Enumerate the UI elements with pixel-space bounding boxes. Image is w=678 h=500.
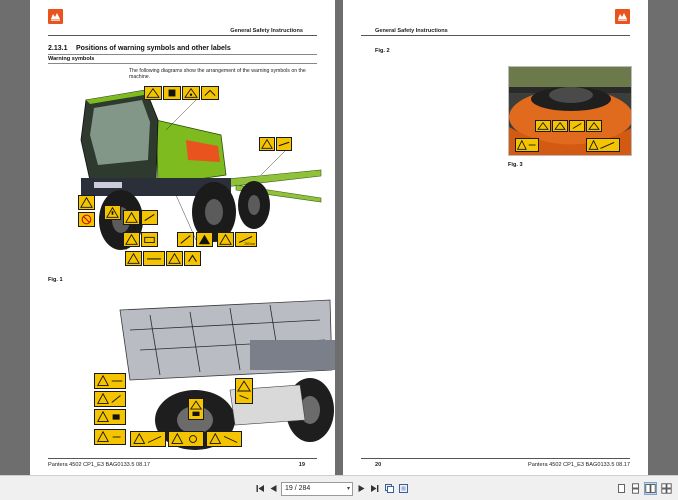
- copy-button[interactable]: [384, 483, 395, 494]
- subsection-heading: Warning symbols: [48, 56, 95, 62]
- fit-page-button[interactable]: [398, 483, 409, 494]
- warning-sticker: [259, 137, 275, 151]
- warning-sticker: [182, 86, 200, 100]
- warning-sticker: [94, 429, 126, 445]
- previous-page-button[interactable]: [268, 483, 279, 494]
- warning-sticker: [143, 251, 165, 266]
- subsection-divider: [48, 63, 317, 64]
- page-indicator: 19 / 284: [285, 485, 311, 492]
- page-number: 19: [298, 462, 305, 468]
- warning-sticker: [188, 398, 204, 420]
- warning-sticker: [586, 138, 620, 152]
- warning-sticker: [130, 431, 166, 447]
- figure-3-label: Fig. 3: [508, 162, 523, 168]
- single-page-view-icon: [618, 484, 625, 493]
- warning-sticker: [535, 120, 551, 132]
- brand-logo-icon: [615, 9, 630, 24]
- pdf-viewer: General Safety Instructions 2.13.1 Posit…: [0, 0, 678, 500]
- warning-sticker: [217, 232, 234, 247]
- single-page-view-button[interactable]: [616, 483, 627, 494]
- header-divider: [361, 35, 630, 36]
- header-title: General Safety Instructions: [375, 28, 448, 34]
- warning-sticker: [141, 210, 158, 225]
- warning-sticker: [569, 120, 585, 132]
- header-divider: [48, 35, 317, 36]
- viewer-toolbar: 19 / 284 ▾: [0, 475, 678, 500]
- warning-sticker: [94, 409, 126, 425]
- warning-sticker: [78, 212, 95, 227]
- warning-sticker: [123, 210, 140, 225]
- section-number: 2.13.1: [48, 45, 68, 52]
- footer-text: Pantera 4502 CP1_E3 BAG0133.5 08.17: [48, 462, 151, 468]
- previous-page-icon: [270, 485, 277, 492]
- first-page-button[interactable]: [255, 483, 266, 494]
- first-page-icon: [256, 485, 264, 492]
- warning-sticker: [184, 251, 201, 266]
- warning-sticker: [104, 205, 121, 220]
- two-page-scroll-icon: [661, 483, 672, 494]
- header-title: General Safety Instructions: [230, 28, 303, 34]
- warning-sticker: [163, 86, 181, 100]
- fit-page-icon: [399, 484, 408, 493]
- document-page-right: General Safety Instructions Fig. 2 Fig. …: [343, 0, 648, 475]
- section-divider: [48, 54, 317, 55]
- section-title: Positions of warning symbols and other l…: [75, 45, 231, 52]
- warning-sticker: [168, 431, 204, 447]
- warning-sticker: [552, 120, 568, 132]
- pressure-label: 250 bar: [244, 242, 255, 246]
- two-page-scroll-button[interactable]: [661, 483, 672, 494]
- warning-sticker: [235, 378, 253, 404]
- next-page-button[interactable]: [356, 483, 367, 494]
- next-page-icon: [358, 485, 365, 492]
- warning-sticker: [141, 232, 158, 247]
- continuous-view-icon: [632, 483, 639, 494]
- warning-sticker: 250 bar: [235, 232, 257, 247]
- copy-icon: [385, 484, 394, 493]
- last-page-icon: [371, 485, 379, 492]
- warning-sticker: [94, 391, 126, 407]
- warning-sticker: [94, 373, 126, 389]
- warning-sticker: [123, 232, 140, 247]
- continuous-view-button[interactable]: [630, 483, 641, 494]
- warning-sticker: [144, 86, 162, 100]
- page-number-input[interactable]: 19 / 284 ▾: [281, 482, 353, 496]
- warning-sticker: [196, 232, 213, 247]
- warning-sticker: [586, 120, 602, 132]
- warning-sticker: [515, 138, 539, 152]
- warning-sticker: [78, 195, 95, 210]
- figure-chassis-drawing: [100, 290, 335, 452]
- warning-sticker: [166, 251, 183, 266]
- two-page-view-icon: [645, 484, 656, 493]
- footer-divider: [48, 458, 317, 459]
- two-page-view-button[interactable]: [644, 482, 657, 495]
- warning-sticker: [125, 251, 142, 266]
- figure-1-label: Fig. 1: [48, 277, 63, 283]
- last-page-button[interactable]: [369, 483, 380, 494]
- document-page-left: General Safety Instructions 2.13.1 Posit…: [30, 0, 335, 475]
- warning-sticker: [201, 86, 219, 100]
- page-number: 20: [375, 462, 382, 468]
- intro-paragraph: The following diagrams show the arrangem…: [129, 68, 306, 81]
- figure-2-label: Fig. 2: [375, 48, 390, 54]
- warning-sticker: [206, 431, 242, 447]
- warning-sticker: [177, 232, 194, 247]
- footer-text: Pantera 4502 CP1_E3 BAG0133.5 08.17: [527, 462, 630, 468]
- brand-logo-icon: [48, 9, 63, 24]
- page-dropdown-caret[interactable]: ▾: [347, 483, 350, 495]
- warning-sticker: [276, 137, 292, 151]
- section-heading: 2.13.1 Positions of warning symbols and …: [48, 45, 231, 52]
- footer-divider: [361, 458, 630, 459]
